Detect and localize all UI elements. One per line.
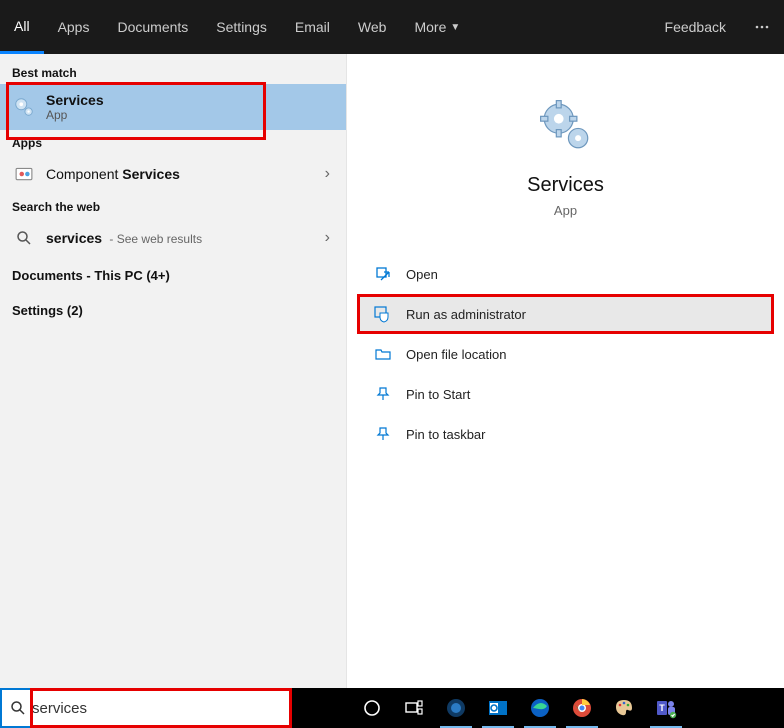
preview-app-icon	[536, 96, 596, 156]
preview-title: Services	[527, 174, 604, 197]
pin-icon	[374, 425, 392, 443]
action-run-as-admin[interactable]: Run as administrator	[357, 294, 774, 334]
task-view-icon	[404, 698, 424, 718]
feedback-link[interactable]: Feedback	[651, 0, 740, 54]
tab-documents[interactable]: Documents	[103, 0, 202, 54]
result-web-services[interactable]: services - See web results ›	[0, 218, 346, 258]
app-icon	[445, 697, 467, 719]
admin-shield-icon	[374, 305, 392, 323]
pin-icon	[374, 385, 392, 403]
svg-text:T: T	[659, 703, 665, 713]
preview-subtitle: App	[554, 203, 577, 218]
taskbar: T	[292, 688, 784, 728]
action-list: Open Run as administrator Open file loca…	[357, 254, 774, 454]
taskbar-cortana[interactable]	[352, 688, 392, 728]
action-pin-to-taskbar[interactable]: Pin to taskbar	[357, 414, 774, 454]
tab-web[interactable]: Web	[344, 0, 401, 54]
result-component-services[interactable]: Component Services ›	[0, 154, 346, 194]
taskbar-teams[interactable]: T	[646, 688, 686, 728]
action-pin-to-start[interactable]: Pin to Start	[357, 374, 774, 414]
search-icon	[10, 700, 26, 716]
taskbar-paint[interactable]	[604, 688, 644, 728]
dots-icon	[754, 19, 770, 35]
chevron-down-icon: ▼	[450, 22, 460, 33]
results-pane: Best match Services App Apps Component S…	[0, 54, 347, 688]
chevron-right-icon: ›	[325, 229, 330, 247]
taskbar-row: T	[0, 688, 784, 728]
tab-email[interactable]: Email	[281, 0, 344, 54]
taskbar-outlook[interactable]	[478, 688, 518, 728]
action-open-file-location[interactable]: Open file location	[357, 334, 774, 374]
cortana-icon	[362, 698, 382, 718]
section-apps: Apps	[0, 130, 346, 154]
overflow-menu-button[interactable]	[740, 0, 784, 54]
tab-apps[interactable]: Apps	[44, 0, 104, 54]
gears-icon	[12, 95, 36, 119]
component-icon	[12, 162, 36, 186]
section-web: Search the web	[0, 194, 346, 218]
action-open[interactable]: Open	[357, 254, 774, 294]
search-icon	[12, 226, 36, 250]
filter-header: All Apps Documents Settings Email Web Mo…	[0, 0, 784, 54]
taskbar-edge[interactable]	[520, 688, 560, 728]
folder-icon	[374, 345, 392, 363]
chrome-icon	[571, 697, 593, 719]
result-settings-expander[interactable]: Settings (2)	[0, 293, 346, 328]
edge-icon	[529, 697, 551, 719]
result-documents-expander[interactable]: Documents - This PC (4+)	[0, 258, 346, 293]
section-best-match: Best match	[0, 60, 346, 84]
chevron-right-icon: ›	[325, 165, 330, 183]
tab-settings[interactable]: Settings	[202, 0, 281, 54]
result-services-app[interactable]: Services App	[0, 84, 346, 130]
outlook-icon	[487, 697, 509, 719]
palette-icon	[613, 697, 635, 719]
search-box[interactable]	[0, 688, 292, 728]
taskbar-task-view[interactable]	[394, 688, 434, 728]
teams-icon: T	[655, 697, 677, 719]
taskbar-app-1[interactable]	[436, 688, 476, 728]
tab-more[interactable]: More▼	[400, 0, 474, 54]
tab-all[interactable]: All	[0, 0, 44, 54]
taskbar-chrome[interactable]	[562, 688, 602, 728]
preview-pane: Services App Open Run as administrator O…	[347, 54, 784, 688]
search-input[interactable]	[32, 700, 282, 717]
open-icon	[374, 265, 392, 283]
